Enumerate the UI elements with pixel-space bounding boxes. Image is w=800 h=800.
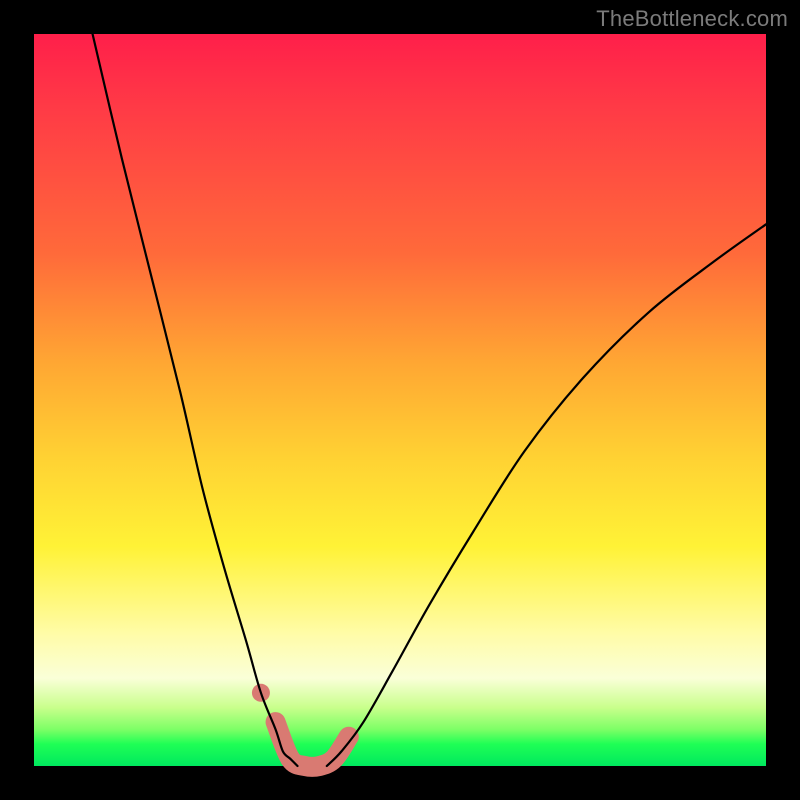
bottleneck-curve-left [93,34,298,766]
watermark-text: TheBottleneck.com [596,6,788,32]
chart-frame: TheBottleneck.com [0,0,800,800]
plot-area [34,34,766,766]
curves-svg [34,34,766,766]
optimal-band [276,722,349,767]
bottleneck-curve-right [327,224,766,766]
